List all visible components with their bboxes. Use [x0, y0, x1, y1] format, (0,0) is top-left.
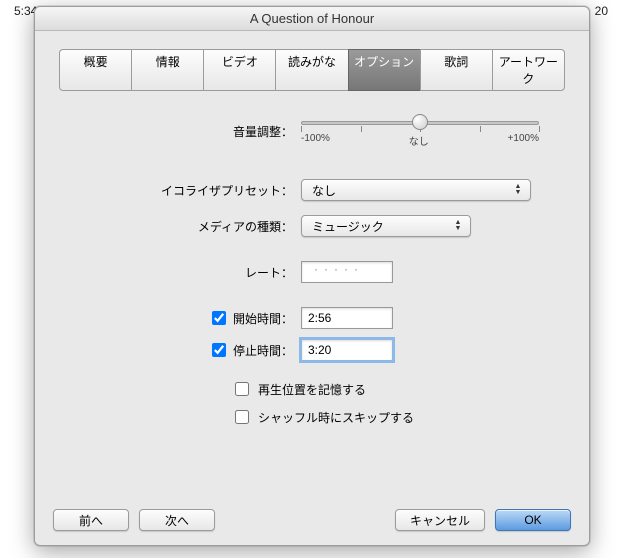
volume-slider[interactable]: -100% なし +100%: [301, 113, 539, 149]
popup-arrows-icon: ▲▼: [452, 220, 464, 232]
stop-time-checkbox[interactable]: [212, 343, 226, 357]
window-title: A Question of Honour: [35, 7, 589, 31]
options-form: 音量調整： -100% なし +100%: [53, 113, 571, 427]
dialog-sheet: A Question of Honour 概要 情報 ビデオ 読みがな オプショ…: [34, 6, 590, 546]
volume-min-label: -100%: [301, 133, 330, 148]
eq-preset-popup[interactable]: なし ▲▼: [301, 179, 531, 201]
volume-mid-label: なし: [409, 133, 429, 148]
dialog-body: 概要 情報 ビデオ 読みがな オプション 歌詞 アートワーク 音量調整：: [35, 31, 589, 455]
eq-label: イコライザプリセット：: [53, 182, 301, 199]
media-kind-label: メディアの種類：: [53, 218, 301, 235]
shuffle-skip-checkbox[interactable]: [235, 410, 249, 424]
start-time-field[interactable]: [301, 307, 393, 329]
tab-artwork[interactable]: アートワーク: [492, 49, 565, 91]
next-button[interactable]: 次へ: [139, 509, 215, 531]
media-kind-value: ミュージック: [312, 218, 384, 235]
ok-button[interactable]: OK: [495, 509, 571, 531]
tab-sorting[interactable]: 読みがな: [275, 49, 347, 91]
remember-position-label: 再生位置を記憶する: [258, 381, 366, 398]
tab-lyrics[interactable]: 歌詞: [420, 49, 492, 91]
stop-time-field[interactable]: [301, 339, 393, 361]
tab-info[interactable]: 情報: [131, 49, 203, 91]
cancel-button[interactable]: キャンセル: [395, 509, 485, 531]
tab-video[interactable]: ビデオ: [203, 49, 275, 91]
rating-label: レート：: [53, 264, 301, 281]
volume-max-label: +100%: [508, 133, 539, 148]
eq-preset-value: なし: [312, 182, 336, 199]
slider-knob[interactable]: [412, 114, 428, 130]
tab-options[interactable]: オプション: [348, 49, 420, 91]
shuffle-skip-label: シャッフル時にスキップする: [258, 409, 414, 426]
popup-arrows-icon: ▲▼: [512, 184, 524, 196]
remember-position-checkbox[interactable]: [235, 382, 249, 396]
prev-button[interactable]: 前へ: [53, 509, 129, 531]
start-time-label: 開始時間：: [233, 310, 293, 327]
tab-bar: 概要 情報 ビデオ 読みがな オプション 歌詞 アートワーク: [59, 49, 565, 91]
media-kind-popup[interactable]: ミュージック ▲▼: [301, 215, 471, 237]
tab-summary[interactable]: 概要: [59, 49, 131, 91]
rating-field[interactable]: ·····: [301, 261, 393, 283]
dialog-footer: 前へ 次へ キャンセル OK: [53, 509, 571, 531]
stop-time-label: 停止時間：: [233, 342, 293, 359]
start-time-checkbox[interactable]: [212, 311, 226, 325]
volume-label: 音量調整：: [53, 123, 301, 140]
bg-row-right: 20: [595, 4, 608, 18]
